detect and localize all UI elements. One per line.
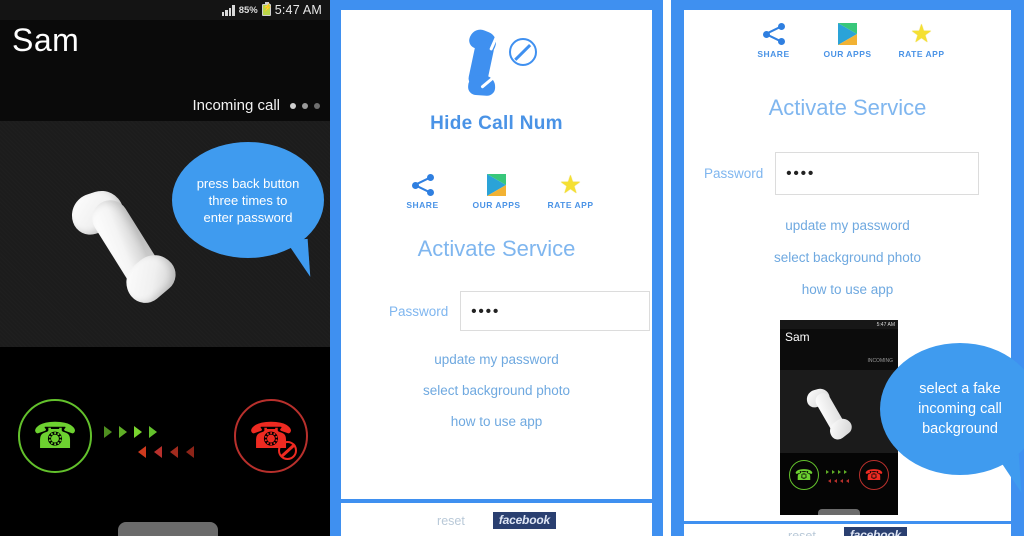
thumbnail-time: 5:47 AM bbox=[876, 321, 895, 328]
instruction-bubble-text: select a fake incoming call background bbox=[918, 381, 1002, 437]
section-title: Activate Service bbox=[768, 95, 927, 120]
facebook-badge[interactable]: facebook bbox=[492, 512, 556, 529]
star-icon: ★ bbox=[559, 171, 582, 199]
screenshot-root: 85% 5:47 AM Sam Incoming call press back… bbox=[0, 0, 1024, 536]
caller-name: Sam bbox=[12, 22, 80, 58]
password-label: Password bbox=[389, 303, 449, 319]
app-background-card: SHARE OUR APPS ★ RATE APP Activate Servi… bbox=[684, 10, 1024, 521]
rate-app-label: RATE APP bbox=[898, 49, 945, 59]
password-value: •••• bbox=[471, 302, 501, 320]
star-icon: ★ bbox=[910, 20, 933, 48]
share-label: SHARE bbox=[757, 49, 790, 59]
app-header: Hide Call Num bbox=[341, 26, 652, 135]
phone-accept-icon: ☎ bbox=[789, 460, 819, 490]
app-main-screen-panel: Hide Call Num SHARE OUR APPS ★ RATE APP … bbox=[330, 0, 663, 536]
our-apps-label: OUR APPS bbox=[823, 49, 872, 59]
phone-accept-icon: ☎ bbox=[32, 415, 78, 456]
password-input[interactable]: •••• bbox=[460, 291, 651, 331]
menu-links: update my password select background pho… bbox=[684, 218, 1011, 297]
phone-decline-icon: ☎ bbox=[248, 415, 294, 456]
thumbnail-status-bar: 5:47 AM bbox=[780, 320, 898, 329]
our-apps-label: OUR APPS bbox=[472, 200, 521, 210]
app-title: Hide Call Num bbox=[430, 113, 563, 134]
password-row: Password •••• bbox=[389, 291, 651, 331]
swipe-right-arrows-icon bbox=[104, 426, 157, 438]
facebook-badge[interactable]: facebook bbox=[843, 527, 907, 536]
rate-app-label: RATE APP bbox=[547, 200, 594, 210]
status-bar: 85% 5:47 AM bbox=[0, 0, 330, 20]
swipe-right-arrows-icon bbox=[826, 470, 847, 474]
instruction-bubble: select a fake incoming call background bbox=[880, 343, 1024, 475]
instruction-bubble: press back button three times to enter p… bbox=[172, 142, 324, 258]
battery-charging-icon bbox=[261, 2, 271, 16]
signal-bars-icon bbox=[221, 4, 235, 16]
loading-dots-icon bbox=[290, 102, 320, 109]
call-state-row: Incoming call bbox=[192, 97, 320, 114]
footer-row: reset facebook bbox=[684, 527, 1011, 536]
phone-hide-number-icon bbox=[455, 26, 539, 102]
password-row: Password •••• bbox=[704, 152, 980, 195]
how-to-use-app-link[interactable]: how to use app bbox=[341, 414, 652, 429]
our-apps-button[interactable]: OUR APPS bbox=[811, 22, 885, 59]
rate-app-button[interactable]: ★ RATE APP bbox=[534, 171, 608, 211]
footer-row: reset facebook bbox=[341, 512, 652, 529]
menu-links: update my password select background pho… bbox=[341, 352, 652, 429]
fake-incoming-call-screen: 85% 5:47 AM Sam Incoming call press back… bbox=[0, 0, 330, 536]
share-icon bbox=[411, 174, 434, 196]
action-icon-row: SHARE OUR APPS ★ RATE APP bbox=[341, 171, 652, 211]
thumbnail-call-state: INCOMING bbox=[867, 358, 893, 364]
battery-percent-label: 85% bbox=[238, 4, 258, 16]
reset-link[interactable]: reset bbox=[437, 514, 465, 528]
update-password-link[interactable]: update my password bbox=[341, 352, 652, 367]
select-background-photo-link[interactable]: select background photo bbox=[684, 250, 1011, 265]
thumbnail-caller-name: Sam bbox=[785, 330, 810, 344]
password-value: •••• bbox=[786, 165, 816, 182]
app-footer-card: reset facebook bbox=[341, 503, 652, 536]
share-icon bbox=[762, 23, 785, 45]
swipe-left-arrows-icon bbox=[828, 479, 849, 483]
action-icon-row: SHARE OUR APPS ★ RATE APP bbox=[684, 20, 1011, 60]
swipe-left-arrows-icon bbox=[138, 446, 194, 458]
phone-decline-icon: ☎ bbox=[859, 460, 889, 490]
call-state-label: Incoming call bbox=[192, 97, 280, 114]
reset-link[interactable]: reset bbox=[788, 529, 816, 536]
password-label: Password bbox=[704, 166, 764, 181]
instruction-bubble-text: press back button three times to enter p… bbox=[196, 175, 300, 225]
home-indicator-icon[interactable] bbox=[118, 522, 218, 536]
share-label: SHARE bbox=[406, 200, 439, 210]
home-indicator-icon bbox=[818, 509, 860, 515]
share-button[interactable]: SHARE bbox=[386, 173, 460, 210]
rate-app-button[interactable]: ★ RATE APP bbox=[885, 20, 959, 60]
accept-call-button[interactable]: ☎ bbox=[18, 399, 92, 473]
our-apps-button[interactable]: OUR APPS bbox=[460, 173, 534, 210]
app-background-select-panel: SHARE OUR APPS ★ RATE APP Activate Servi… bbox=[671, 0, 1024, 536]
google-play-icon bbox=[487, 174, 506, 196]
app-footer-card: reset facebook bbox=[684, 524, 1011, 536]
share-button[interactable]: SHARE bbox=[737, 22, 811, 59]
app-main-card: Hide Call Num SHARE OUR APPS ★ RATE APP … bbox=[341, 10, 652, 499]
prohibition-icon bbox=[278, 441, 297, 460]
status-bar-time: 5:47 AM bbox=[274, 3, 322, 17]
update-password-link[interactable]: update my password bbox=[684, 218, 1011, 233]
decline-call-button[interactable]: ☎ bbox=[234, 399, 308, 473]
how-to-use-app-link[interactable]: how to use app bbox=[684, 282, 1011, 297]
google-play-icon bbox=[838, 23, 857, 45]
password-input[interactable]: •••• bbox=[775, 152, 980, 195]
section-title: Activate Service bbox=[417, 236, 576, 261]
select-background-photo-link[interactable]: select background photo bbox=[341, 383, 652, 398]
